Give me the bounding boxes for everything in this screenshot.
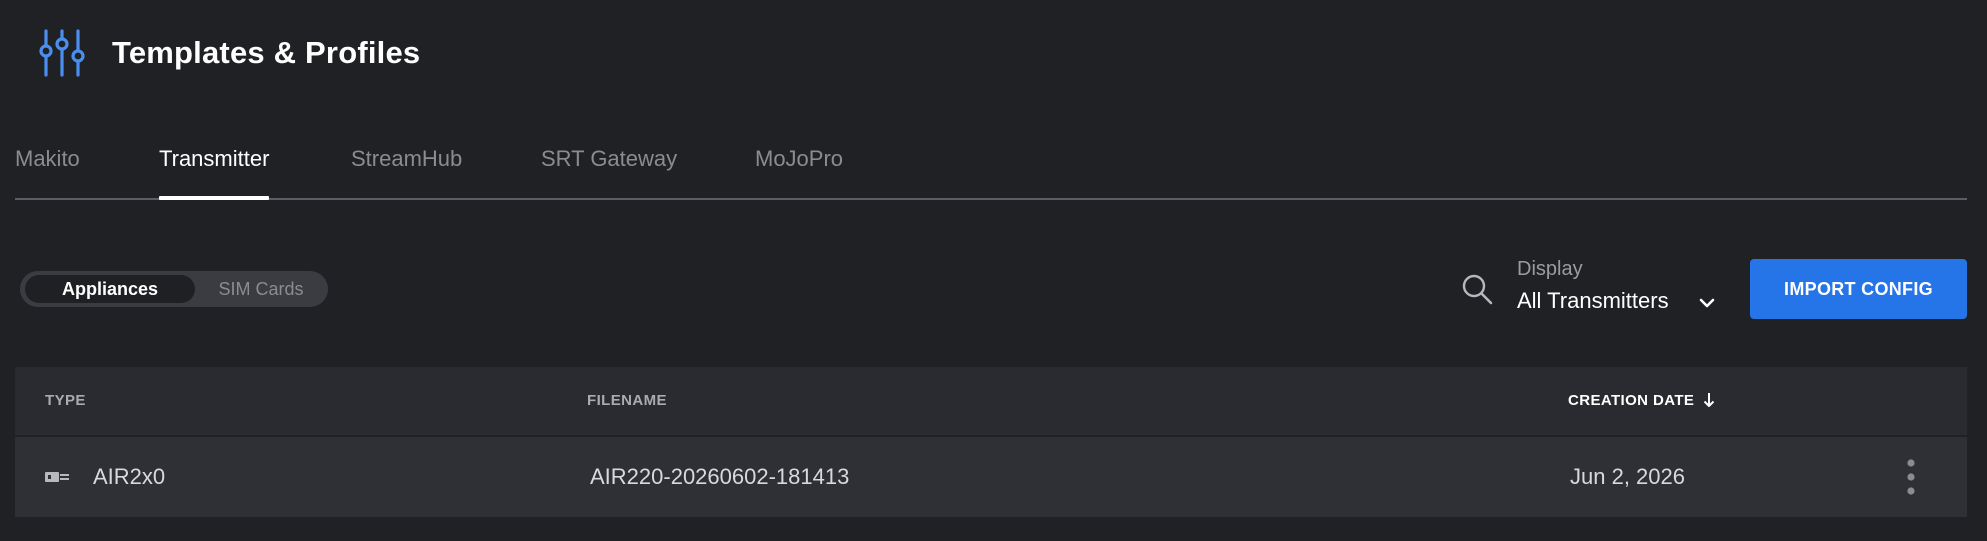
- page-header: Templates & Profiles: [37, 28, 420, 78]
- row-filename: AIR220-20260602-181413: [590, 464, 850, 489]
- display-filter-dropdown[interactable]: Display All Transmitters: [1517, 258, 1722, 320]
- column-header-type[interactable]: TYPE: [45, 367, 86, 435]
- column-header-filename[interactable]: FILENAME: [587, 367, 667, 435]
- tab-transmitter[interactable]: Transmitter: [159, 140, 270, 200]
- import-config-button[interactable]: IMPORT CONFIG: [1750, 259, 1967, 319]
- chevron-down-icon: [1699, 298, 1715, 308]
- table-header: TYPE FILENAME CREATION DATE: [15, 367, 1967, 435]
- appliance-simcard-toggle: Appliances SIM Cards: [20, 271, 328, 307]
- row-type: AIR2x0: [93, 464, 166, 489]
- tab-makito[interactable]: Makito: [15, 140, 80, 198]
- display-filter-value: All Transmitters: [1517, 288, 1669, 313]
- arrow-down-icon: [1704, 392, 1715, 407]
- column-header-creation-date[interactable]: CREATION DATE: [1568, 367, 1716, 435]
- tab-bar: Makito Transmitter StreamHub SRT Gateway…: [15, 140, 1967, 200]
- page-title: Templates & Profiles: [112, 35, 421, 70]
- templates-table: TYPE FILENAME CREATION DATE AIR2x0 AIR22…: [15, 367, 1967, 517]
- appliances-toggle-button[interactable]: Appliances: [25, 275, 195, 303]
- table-row[interactable]: AIR2x0 AIR220-20260602-181413 Jun 2, 202…: [15, 437, 1967, 517]
- row-creation-date: Jun 2, 2026: [1570, 464, 1685, 489]
- display-filter-label: Display: [1517, 258, 1583, 280]
- transmitter-device-icon: [45, 472, 69, 482]
- more-vertical-icon[interactable]: [1903, 457, 1919, 497]
- tab-srt-gateway[interactable]: SRT Gateway: [541, 140, 677, 198]
- templates-profiles-page: Templates & Profiles Makito Transmitter …: [0, 0, 1987, 541]
- column-header-creation-date-label: CREATION DATE: [1568, 392, 1695, 409]
- tab-streamhub[interactable]: StreamHub: [351, 140, 462, 198]
- sim-cards-toggle-button[interactable]: SIM Cards: [200, 275, 322, 303]
- search-icon[interactable]: [1460, 272, 1494, 306]
- sliders-icon: [39, 29, 85, 77]
- tab-mojopro[interactable]: MoJoPro: [755, 140, 843, 198]
